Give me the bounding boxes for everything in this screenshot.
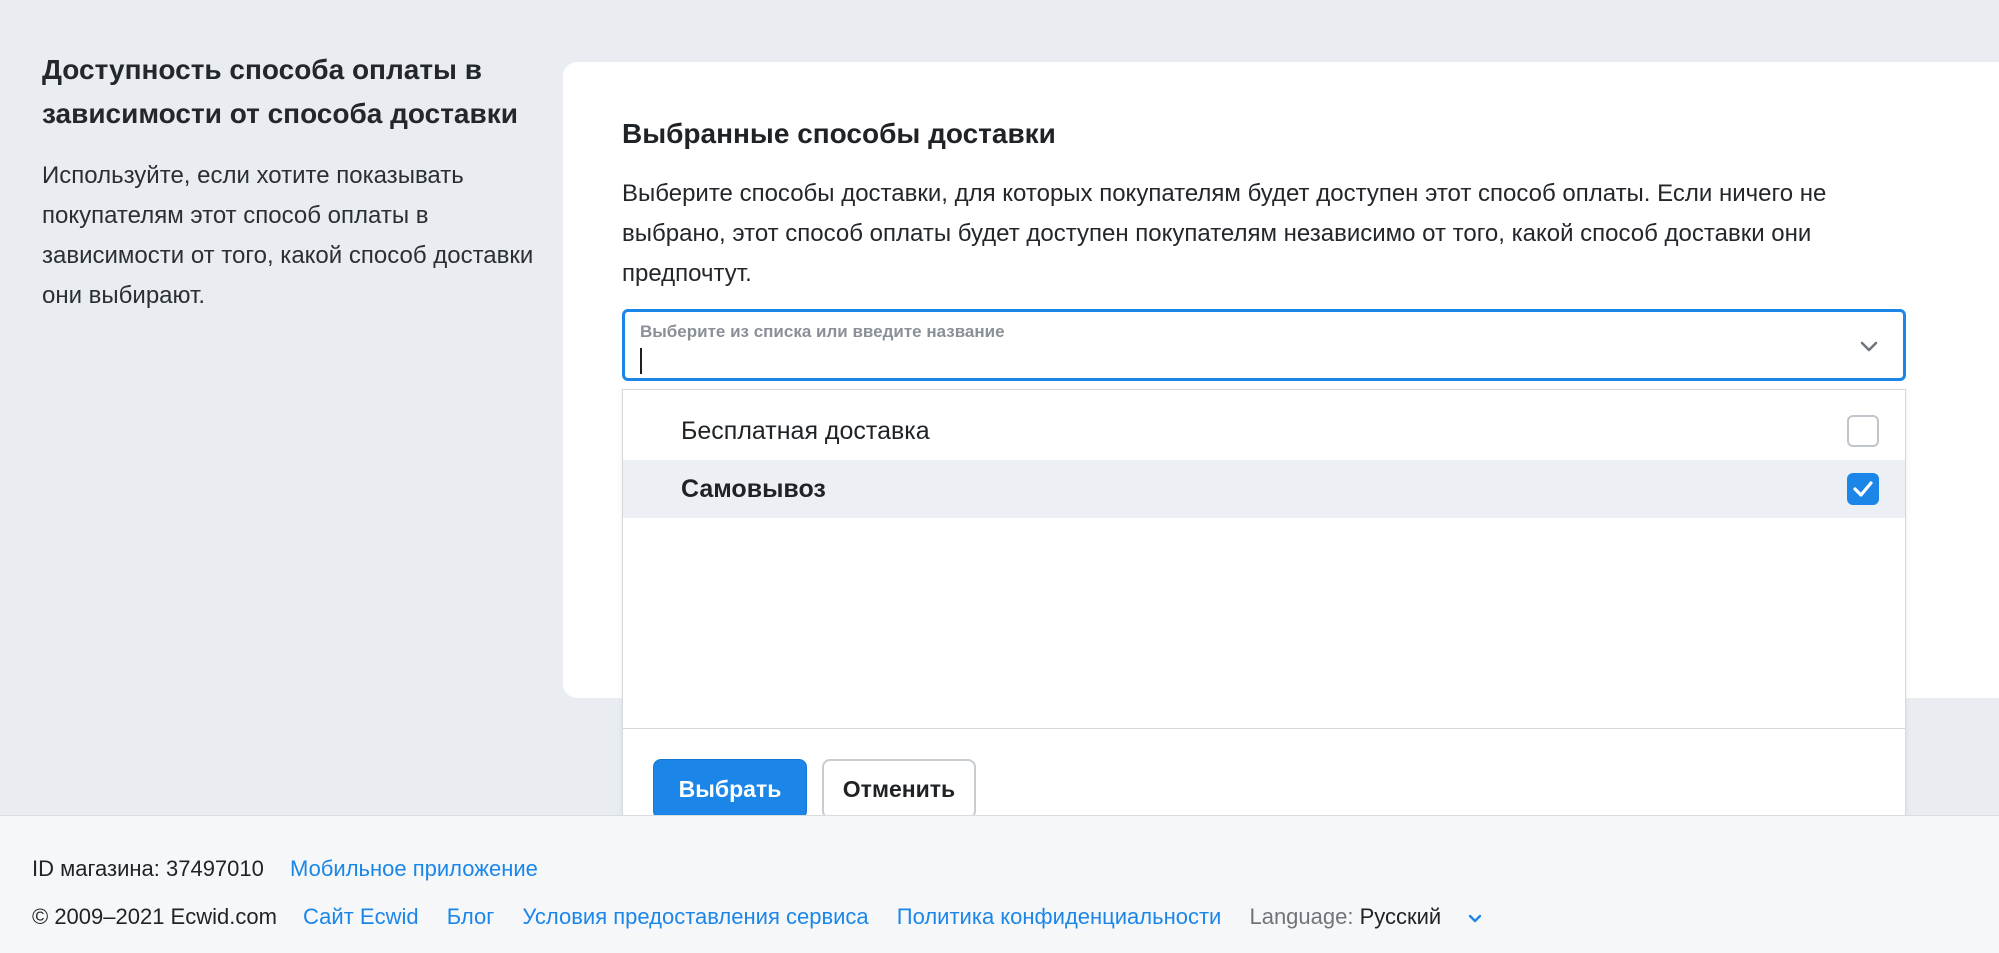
language-value: Русский	[1359, 904, 1442, 929]
section-description: Используйте, если хотите показывать поку…	[42, 162, 534, 309]
confirm-button[interactable]: Выбрать	[653, 759, 807, 819]
language-label: Language:	[1249, 904, 1354, 929]
privacy-link[interactable]: Политика конфиденциальности	[897, 904, 1222, 929]
footer-row-2: © 2009–2021 Ecwid.com Сайт Ecwid Блог Ус…	[32, 904, 1505, 930]
option-pickup[interactable]: Самовывоз	[623, 460, 1905, 518]
mobile-app-link[interactable]: Мобильное приложение	[290, 856, 538, 881]
section-info: Доступность способа оплаты в зависимости…	[42, 48, 542, 316]
page-footer: ID магазина: 37497010 Мобильное приложен…	[0, 815, 1999, 953]
ecwid-site-link[interactable]: Сайт Ecwid	[303, 904, 419, 929]
section-title: Доступность способа оплаты в зависимости…	[42, 54, 518, 129]
option-free-shipping[interactable]: Бесплатная доставка	[623, 402, 1905, 460]
store-id: ID магазина: 37497010	[32, 856, 264, 881]
text-caret	[640, 348, 642, 374]
shipping-methods-select[interactable]: Выберите из списка или введите название	[622, 309, 1906, 381]
checkmark-icon	[1853, 481, 1873, 497]
shipping-methods-dropdown: Бесплатная доставка Самовывоз Выбрать От…	[622, 389, 1906, 847]
select-label: Выберите из списка или введите название	[640, 322, 1005, 341]
checkbox-pickup[interactable]	[1847, 473, 1879, 505]
language-selector[interactable]: Русский	[1360, 904, 1484, 929]
card-description: Выберите способы доставки, для которых п…	[622, 180, 1827, 287]
terms-link[interactable]: Условия предоставления сервиса	[522, 904, 868, 929]
cancel-button[interactable]: Отменить	[822, 759, 976, 819]
copyright: © 2009–2021 Ecwid.com	[32, 904, 277, 929]
option-label: Самовывоз	[681, 474, 826, 503]
blog-link[interactable]: Блог	[447, 904, 495, 929]
checkbox-free-shipping[interactable]	[1847, 415, 1879, 447]
chevron-down-icon	[1469, 914, 1482, 923]
chevron-down-icon[interactable]	[1857, 334, 1881, 358]
option-label: Бесплатная доставка	[681, 416, 930, 445]
footer-row-1: ID магазина: 37497010 Мобильное приложен…	[32, 856, 560, 882]
card-title: Выбранные способы доставки	[622, 118, 1056, 149]
